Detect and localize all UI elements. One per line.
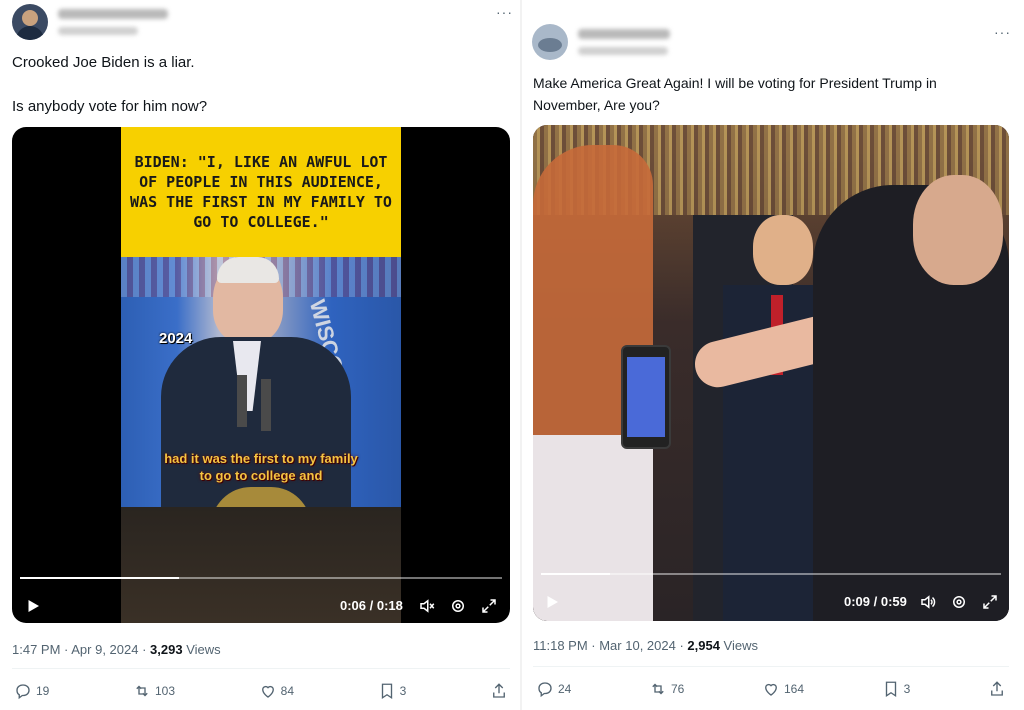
avatar[interactable] [532,24,568,60]
year-label: 2024 [159,330,193,347]
microphone [261,379,271,431]
caption-banner: BIDEN: "I, LIKE AN AWFUL LOT OF PEOPLE I… [121,127,401,257]
tweet-header [12,4,168,40]
avatar[interactable] [12,4,48,40]
tweet-right: ··· Make America Great Again! I will be … [522,0,1024,710]
video-subtitle: had it was the first to my family to go … [121,450,401,484]
phone [621,345,671,449]
tweet-text: Make America Great Again! I will be voti… [533,75,941,113]
video-player[interactable]: 0:09 / 0:59 [533,125,1009,621]
bookmark-count: 3 [903,682,911,696]
share-icon [991,681,1003,696]
bookmark-button[interactable]: 3 [882,680,911,698]
divider [12,668,510,669]
video-frame: BIDEN: "I, LIKE AN AWFUL LOT OF PEOPLE I… [121,127,401,623]
video-time: 0:09 / 0:59 [844,594,907,609]
bookmark-button[interactable]: 3 [378,682,407,700]
reply-icon [538,682,552,698]
tweet-meta: 1:47 PM · Apr 9, 2024 · 3,293 Views [12,642,221,657]
like-icon [765,683,777,696]
reply-count: 24 [558,682,572,696]
tweet-meta: 11:18 PM · Mar 10, 2024 · 2,954 Views [533,638,758,653]
bookmark-icon [381,683,392,700]
microphone [237,375,247,427]
caption-text: BIDEN: "I, LIKE AN AWFUL LOT OF PEOPLE I… [130,153,392,231]
action-bar: 19 103 84 3 [14,682,508,700]
divider [533,666,1009,667]
display-name-redacted[interactable] [578,29,670,39]
mute-icon[interactable] [418,597,436,615]
views-label: Views [719,638,758,653]
progress-fill [20,577,180,579]
reply-button[interactable]: 24 [536,680,571,698]
progress-bar[interactable] [541,573,1001,575]
handle-redacted[interactable] [578,47,668,55]
share-button[interactable] [490,682,508,700]
reply-icon [16,684,30,700]
tweet-left: ··· Crooked Joe Biden is a liar. Is anyb… [0,0,522,710]
like-count: 164 [784,682,805,696]
video-player[interactable]: BIDEN: "I, LIKE AN AWFUL LOT OF PEOPLE I… [12,127,510,623]
fullscreen-icon[interactable] [480,597,498,615]
subtitle-line: to go to college and [199,468,323,483]
settings-icon[interactable] [950,593,968,611]
bookmark-icon [885,681,896,698]
reply-button[interactable]: 19 [14,682,49,700]
like-count: 84 [280,684,295,698]
repost-count: 103 [155,684,176,698]
more-options-button[interactable]: ··· [994,24,1011,40]
timestamp[interactable]: 1:47 PM · Apr 9, 2024 · [12,642,150,657]
fullscreen-icon[interactable] [981,593,999,611]
like-button[interactable]: 164 [762,680,804,698]
bookmark-count: 3 [399,684,407,698]
views-count: 2,954 [687,638,720,653]
trump-head [753,215,813,285]
display-name-redacted[interactable] [58,9,168,19]
repost-button[interactable]: 76 [649,680,684,698]
repost-count: 76 [671,682,685,696]
views-label: Views [182,642,221,657]
like-button[interactable]: 84 [259,682,294,700]
settings-icon[interactable] [449,597,467,615]
like-icon [261,685,274,698]
views-count: 3,293 [150,642,183,657]
bald-head [913,175,1003,285]
share-icon [493,683,505,698]
repost-button[interactable]: 103 [133,682,175,700]
repost-icon [136,685,148,697]
subtitle-line: had it was the first to my family [164,451,358,466]
share-button[interactable] [988,680,1006,698]
action-bar: 24 76 164 3 [536,680,1006,698]
tweet-text: Crooked Joe Biden is a liar. Is anybody … [12,54,208,115]
play-icon[interactable] [24,597,42,615]
speaker-hair [217,257,279,283]
progress-bar[interactable] [20,577,502,579]
play-icon[interactable] [543,593,561,611]
more-options-button[interactable]: ··· [496,4,513,20]
tweet-header [532,24,670,60]
phone-screen [627,357,665,437]
video-time: 0:06 / 0:18 [340,598,403,613]
timestamp[interactable]: 11:18 PM · Mar 10, 2024 · [533,638,687,653]
repost-icon [652,683,664,695]
handle-redacted[interactable] [58,27,138,35]
reply-count: 19 [36,684,50,698]
progress-fill [541,573,610,575]
volume-icon[interactable] [919,593,937,611]
